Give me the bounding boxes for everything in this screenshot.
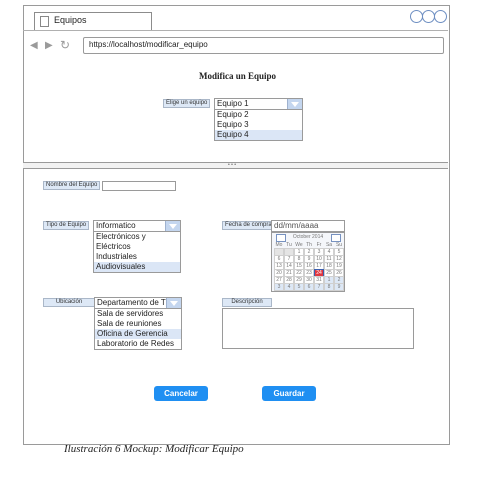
drag-handle-icon[interactable]: • • • (228, 162, 236, 168)
ubicacion-label: Ubicación (43, 298, 95, 307)
date-picker: October 2014 Mo Tu We Th Fr Sa Su 1 2 3 4 5 6 7 8 9 10 1… (271, 232, 345, 292)
ubicacion-option[interactable]: Sala de reuniones (95, 319, 181, 329)
back-arrow-icon[interactable]: ◀ (30, 40, 38, 51)
close-button[interactable] (434, 10, 447, 23)
calendar-day[interactable]: 7 (314, 283, 324, 291)
url-text: https://localhost/modificar_equipo (89, 40, 208, 49)
tab-title: Equipos (54, 15, 87, 25)
page-title: Modifica un Equipo (198, 71, 277, 81)
calendar-day[interactable]: 4 (284, 283, 294, 291)
nombre-input[interactable] (102, 181, 176, 191)
calendar-month-label: October 2014 (292, 234, 324, 240)
equipo-options-list: Equipo 2 Equipo 3 Equipo 4 (214, 109, 303, 141)
calendar-day[interactable]: 6 (304, 283, 314, 291)
ubicacion-select-value: Departamento de TI (97, 298, 169, 307)
cancel-button[interactable]: Cancelar (154, 386, 208, 401)
calendar-day[interactable]: 9 (334, 283, 344, 291)
equipo-select-value: Equipo 1 (217, 99, 249, 108)
tipo-label: Tipo de Equipo (43, 221, 90, 230)
descripcion-label: Descripción (222, 298, 272, 307)
reload-icon[interactable]: ↻ (60, 38, 70, 52)
ubicacion-option[interactable]: Oficina de Gerencia (95, 329, 181, 339)
calendar-day[interactable]: 5 (294, 283, 304, 291)
descripcion-textarea[interactable] (222, 308, 414, 349)
save-button[interactable]: Guardar (262, 386, 316, 401)
equipo-option[interactable]: Equipo 2 (215, 110, 302, 120)
equipo-option[interactable]: Equipo 4 (215, 130, 302, 140)
prev-month-button[interactable] (276, 234, 286, 242)
fecha-label: Fecha de compra (222, 221, 275, 230)
equipo-option[interactable]: Equipo 3 (215, 120, 302, 130)
calendar-day[interactable]: 8 (324, 283, 334, 291)
tipo-option[interactable]: Electrónicos y (94, 232, 180, 242)
calendar-day[interactable]: 3 (274, 283, 284, 291)
tipo-select-value: Informatico (96, 221, 136, 230)
fecha-placeholder: dd/mm/aaaa (274, 221, 319, 230)
figure-caption: Ilustración 6 Mockup: Modificar Equipo (64, 443, 244, 455)
nombre-label: Nombre del Equipo (43, 181, 101, 190)
tipo-option[interactable]: Audiovisuales (94, 262, 180, 272)
page-icon (40, 16, 49, 27)
tab-bar-divider (23, 30, 448, 31)
ubicacion-option[interactable]: Sala de servidores (95, 309, 181, 319)
fecha-input[interactable]: dd/mm/aaaa (271, 220, 345, 232)
select-equipo-label: Elige un equipo (163, 99, 211, 108)
address-bar[interactable]: https://localhost/modificar_equipo (83, 37, 444, 54)
tipo-option[interactable]: Eléctricos (94, 242, 180, 252)
tipo-options-list: Electrónicos y Eléctricos Industriales A… (93, 231, 181, 273)
next-month-button[interactable] (331, 234, 341, 242)
ubicacion-options-list: Sala de servidores Sala de reuniones Ofi… (94, 308, 182, 350)
ubicacion-option[interactable]: Laboratorio de Redes (95, 339, 181, 349)
forward-arrow-icon[interactable]: ▶ (45, 40, 53, 51)
browser-tab[interactable]: Equipos (34, 12, 152, 31)
tipo-option[interactable]: Industriales (94, 252, 180, 262)
